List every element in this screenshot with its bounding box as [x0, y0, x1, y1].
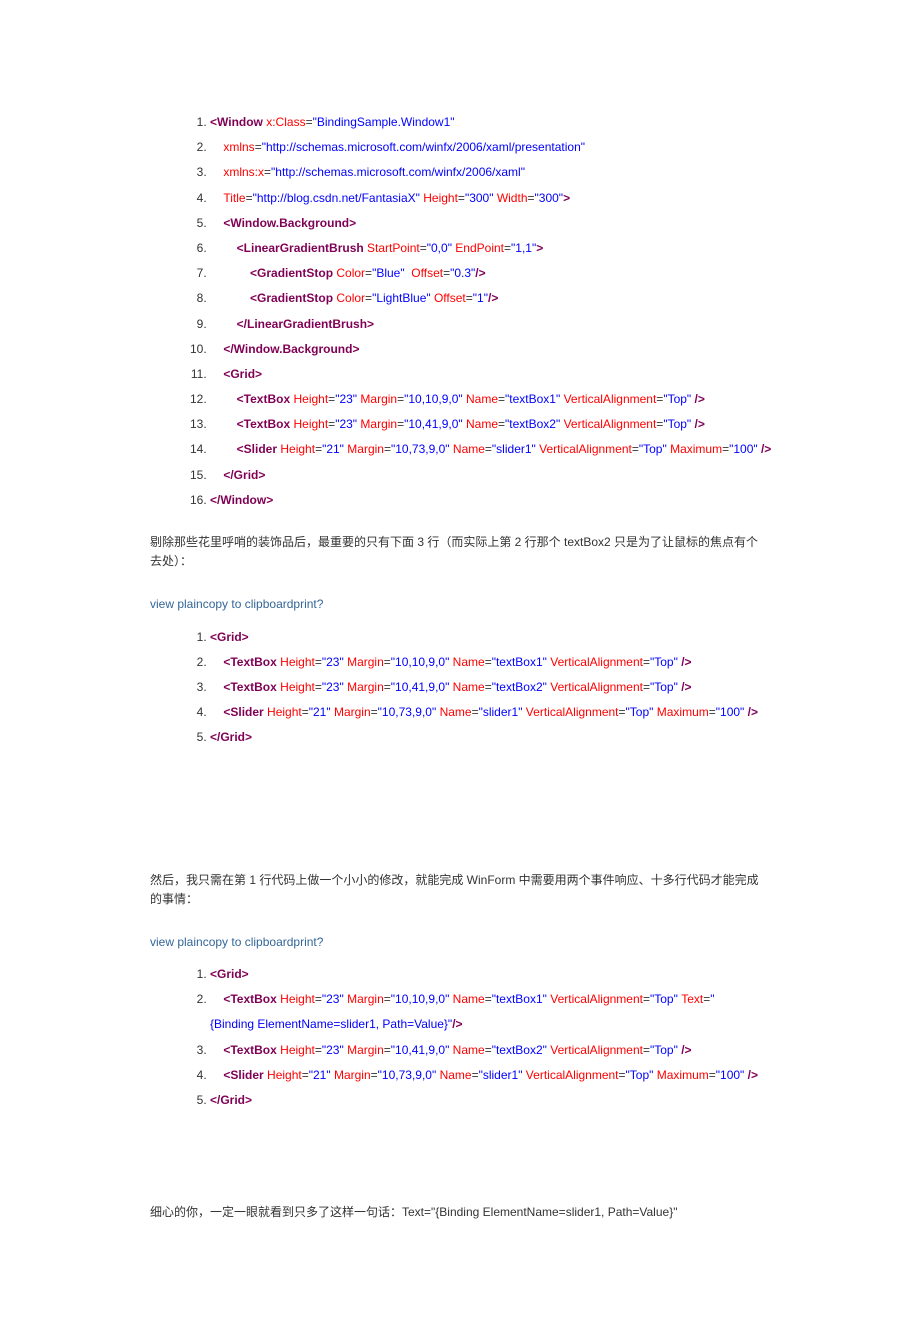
code-line: <Window x:Class="BindingSample.Window1": [210, 110, 770, 135]
paragraph-3: 细心的你，一定一眼就看到只多了这样一句话：Text="{Binding Elem…: [150, 1203, 770, 1222]
code-line: </Window>: [210, 488, 770, 513]
view-plain-link-1: view plaincopy to clipboardprint?: [150, 595, 770, 614]
view-plain-anchor[interactable]: view plaincopy to clipboardprint?: [150, 597, 323, 611]
code-block-1: <Window x:Class="BindingSample.Window1" …: [150, 110, 770, 513]
spacer: [150, 1133, 770, 1183]
code-line: Title="http://blog.csdn.net/FantasiaX" H…: [210, 186, 770, 211]
view-plain-link-2: view plaincopy to clipboardprint?: [150, 933, 770, 952]
code-line: </Grid>: [210, 725, 770, 750]
code-line: <TextBox Height="23" Margin="10,10,9,0" …: [210, 987, 770, 1037]
code-line: </Grid>: [210, 1088, 770, 1113]
paragraph-1: 剔除那些花里呼哨的装饰品后，最重要的只有下面 3 行（而实际上第 2 行那个 t…: [150, 533, 770, 571]
code-line: <GradientStop Color="Blue" Offset="0.3"/…: [210, 261, 770, 286]
code-line: <TextBox Height="23" Margin="10,10,9,0" …: [210, 650, 770, 675]
code-line: <LinearGradientBrush StartPoint="0,0" En…: [210, 236, 770, 261]
code-line: <TextBox Height="23" Margin="10,10,9,0" …: [210, 387, 770, 412]
code-line: <Grid>: [210, 625, 770, 650]
code-line: </Grid>: [210, 463, 770, 488]
code-line: <GradientStop Color="LightBlue" Offset="…: [210, 286, 770, 311]
code-block-2: <Grid> <TextBox Height="23" Margin="10,1…: [150, 625, 770, 751]
paragraph-2: 然后，我只需在第 1 行代码上做一个小小的修改，就能完成 WinForm 中需要…: [150, 871, 770, 909]
code-line: </Window.Background>: [210, 337, 770, 362]
code-line: xmlns:x="http://schemas.microsoft.com/wi…: [210, 160, 770, 185]
code-line: <Window.Background>: [210, 211, 770, 236]
code-line: <Slider Height="21" Margin="10,73,9,0" N…: [210, 700, 770, 725]
code-line: xmlns="http://schemas.microsoft.com/winf…: [210, 135, 770, 160]
code-line: </LinearGradientBrush>: [210, 312, 770, 337]
code-line: <Slider Height="21" Margin="10,73,9,0" N…: [210, 437, 770, 462]
code-line: <TextBox Height="23" Margin="10,41,9,0" …: [210, 1038, 770, 1063]
code-line: <Grid>: [210, 962, 770, 987]
code-line: <Slider Height="21" Margin="10,73,9,0" N…: [210, 1063, 770, 1088]
code-block-3: <Grid> <TextBox Height="23" Margin="10,1…: [150, 962, 770, 1113]
spacer: [150, 771, 770, 851]
view-plain-anchor[interactable]: view plaincopy to clipboardprint?: [150, 935, 323, 949]
code-line: <Grid>: [210, 362, 770, 387]
code-line: <TextBox Height="23" Margin="10,41,9,0" …: [210, 675, 770, 700]
code-line: <TextBox Height="23" Margin="10,41,9,0" …: [210, 412, 770, 437]
